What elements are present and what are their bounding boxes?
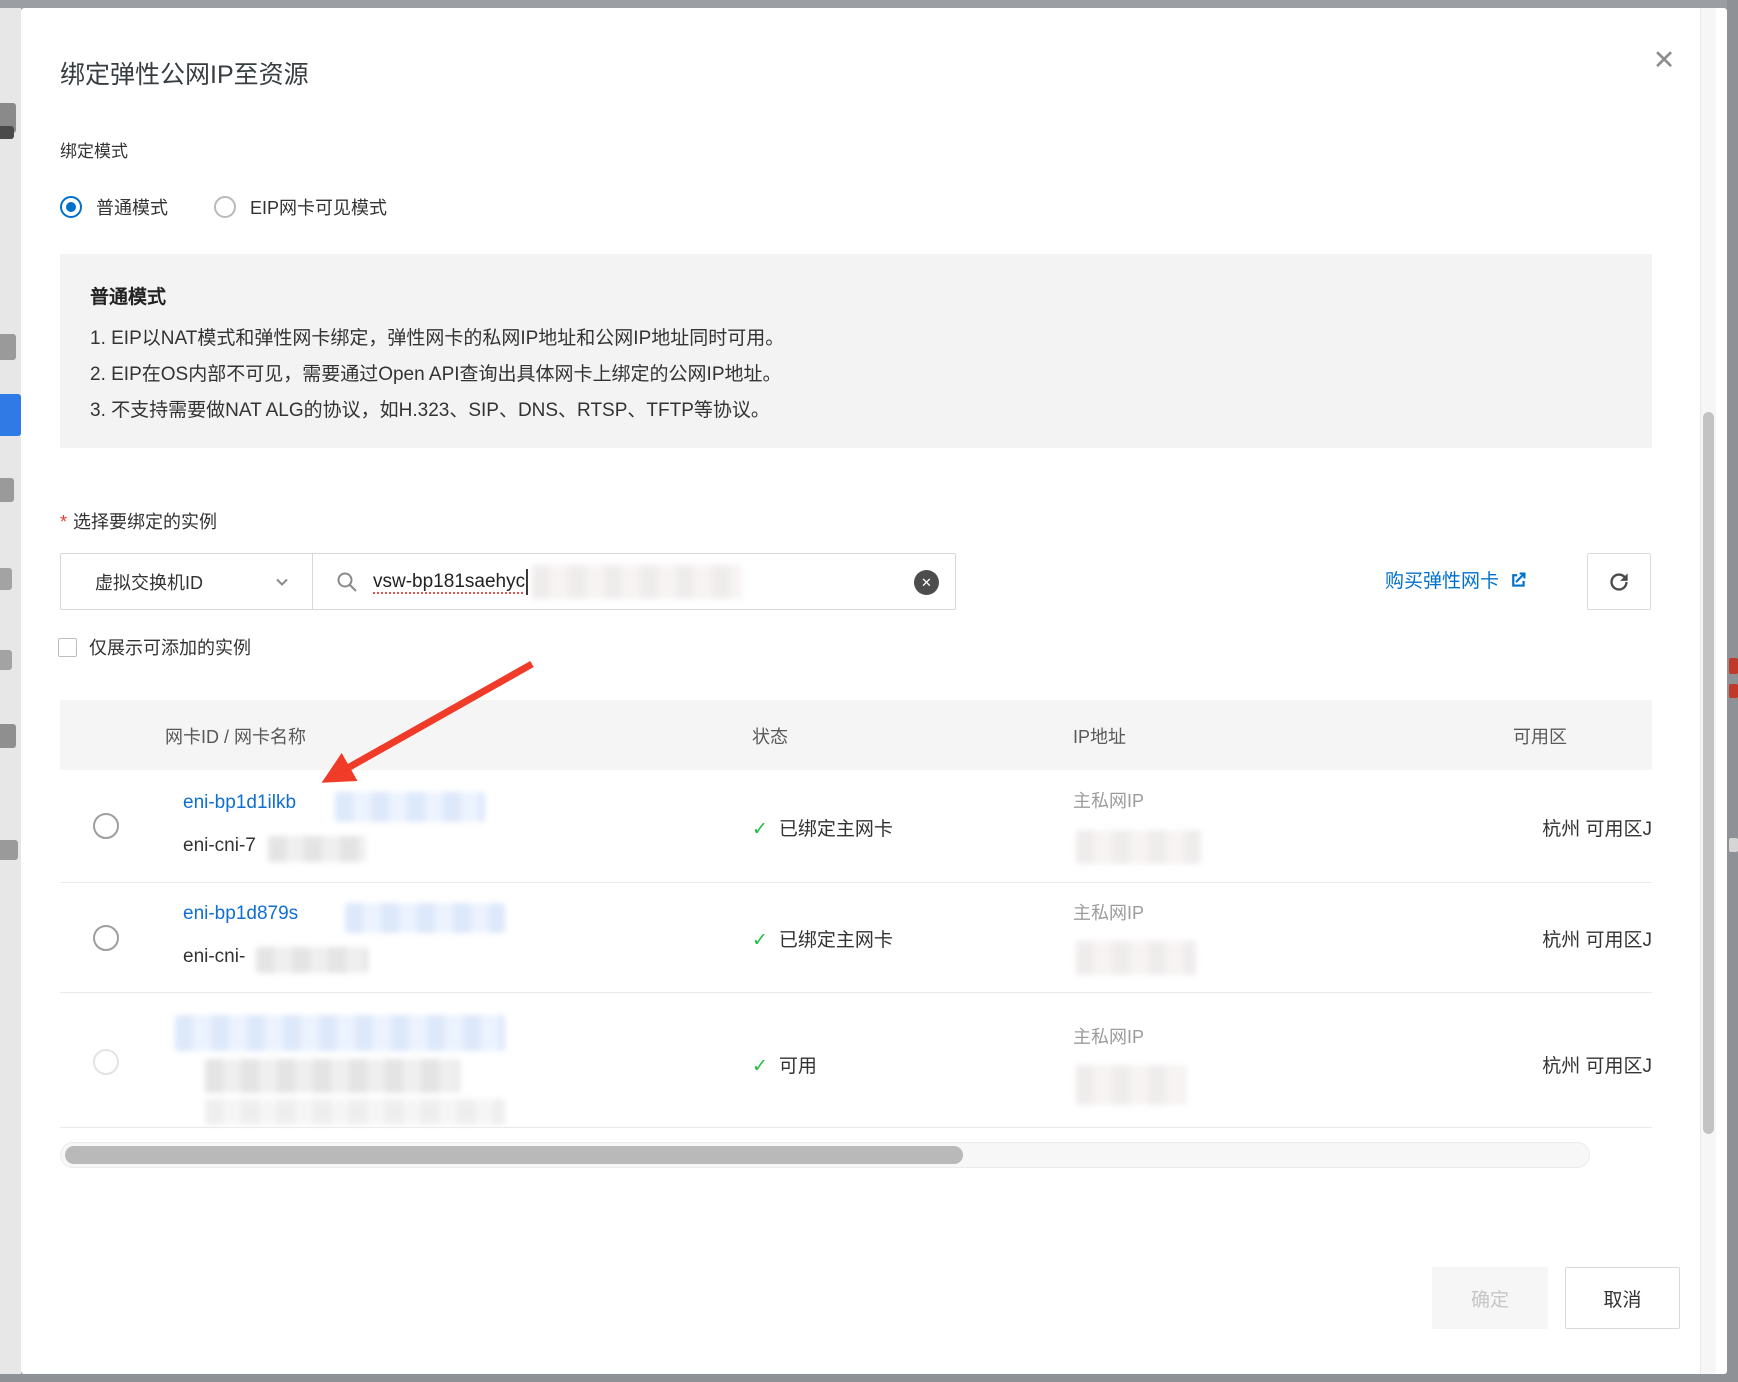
mode-description-title: 普通模式 bbox=[90, 287, 167, 308]
chevron-down-icon bbox=[276, 578, 288, 586]
redacted-eni-id bbox=[345, 903, 505, 933]
external-link-icon bbox=[1512, 572, 1526, 587]
redacted-search-text bbox=[532, 564, 743, 599]
redacted-eni-name bbox=[256, 947, 368, 973]
vertical-scrollbar-thumb[interactable] bbox=[1703, 412, 1714, 1134]
background-fragment bbox=[0, 394, 21, 436]
radio-eip-visible-mode-label: EIP网卡可见模式 bbox=[250, 198, 388, 218]
search-icon bbox=[337, 572, 357, 592]
background-fragment bbox=[0, 478, 14, 502]
instance-search-combo: 虚拟交换机ID vsw-bp181saehyc ✕ bbox=[60, 553, 956, 610]
mode-description-line: 2. EIP在OS内部不可见，需要通过Open API查询出具体网卡上绑定的公网… bbox=[90, 364, 782, 385]
clear-search-icon[interactable]: ✕ bbox=[914, 570, 939, 595]
ip-type-label: 主私网IP bbox=[1073, 903, 1145, 923]
redacted-ip-address bbox=[1076, 830, 1201, 864]
status-text: 已绑定主网卡 bbox=[778, 819, 893, 840]
redacted-eni-id bbox=[335, 792, 485, 822]
background-fragment bbox=[0, 334, 16, 360]
status-text: 可用 bbox=[778, 1056, 817, 1077]
zone-cell: 杭州 可用区J bbox=[1542, 930, 1652, 951]
status-cell: ✓ 已绑定主网卡 bbox=[752, 925, 893, 952]
show-addable-label: 仅展示可添加的实例 bbox=[89, 638, 251, 658]
column-header-status: 状态 bbox=[752, 727, 788, 747]
table-row[interactable]: eni-bp1d879s eni-cni- ✓ 已绑定主网卡 主私网IP 杭州 可… bbox=[60, 883, 1652, 993]
radio-normal-mode[interactable] bbox=[60, 196, 82, 218]
cancel-button[interactable]: 取消 bbox=[1565, 1267, 1680, 1329]
table-row[interactable]: ✓ 可用 主私网IP 杭州 可用区J bbox=[60, 993, 1652, 1128]
mode-description-box: 普通模式 1. EIP以NAT模式和弹性网卡绑定，弹性网卡的私网IP地址和公网I… bbox=[60, 254, 1652, 448]
eni-name: eni-cni- bbox=[183, 946, 246, 967]
redacted-eni-extra bbox=[205, 1099, 505, 1125]
eni-id-link[interactable]: eni-bp1d1ilkb bbox=[183, 792, 296, 814]
search-type-dropdown[interactable]: 虚拟交换机ID bbox=[61, 554, 313, 609]
status-text: 已绑定主网卡 bbox=[778, 930, 893, 951]
eni-name: eni-cni-7 bbox=[183, 835, 256, 856]
redacted-eni-id bbox=[175, 1015, 505, 1051]
binding-mode-label: 绑定模式 bbox=[60, 142, 128, 161]
background-fragment bbox=[0, 126, 14, 139]
zone-cell: 杭州 可用区J bbox=[1542, 819, 1652, 840]
background-fragment bbox=[0, 650, 12, 670]
zone-cell: 杭州 可用区J bbox=[1542, 1056, 1652, 1077]
background-page-left-edge bbox=[0, 8, 21, 1374]
background-page-top-edge bbox=[0, 0, 1738, 8]
buy-eni-link[interactable]: 购买弹性网卡 bbox=[1385, 566, 1528, 593]
mode-description-line: 1. EIP以NAT模式和弹性网卡绑定，弹性网卡的私网IP地址和公网IP地址同时… bbox=[90, 328, 785, 349]
ip-type-label: 主私网IP bbox=[1073, 791, 1145, 811]
background-fragment bbox=[1729, 684, 1738, 698]
redacted-eni-name bbox=[205, 1059, 460, 1093]
show-addable-filter: 仅展示可添加的实例 bbox=[58, 634, 251, 660]
table-row[interactable]: eni-bp1d1ilkb eni-cni-7 ✓ 已绑定主网卡 主私网IP 杭州… bbox=[60, 770, 1652, 883]
eni-id-link[interactable]: eni-bp1d879s bbox=[183, 903, 298, 925]
show-addable-checkbox[interactable] bbox=[58, 637, 77, 657]
select-instance-label: 选择要绑定的实例 bbox=[73, 512, 218, 532]
text-caret bbox=[526, 568, 529, 595]
column-header-ip: IP地址 bbox=[1073, 727, 1127, 747]
row-select-radio[interactable] bbox=[93, 1049, 119, 1075]
background-fragment bbox=[0, 568, 12, 590]
search-input-value: vsw-bp181saehyc bbox=[373, 570, 526, 592]
background-fragment bbox=[0, 724, 16, 748]
table-header: 网卡ID / 网卡名称 状态 IP地址 可用区 bbox=[60, 700, 1652, 770]
screen: 绑定弹性公网IP至资源 ✕ 绑定模式 普通模式 EIP网卡可见模式 普通模式 1… bbox=[0, 0, 1738, 1382]
radio-normal-mode-label: 普通模式 bbox=[96, 198, 168, 218]
background-fragment bbox=[0, 840, 18, 860]
row-select-radio[interactable] bbox=[93, 813, 119, 839]
status-cell: ✓ 已绑定主网卡 bbox=[752, 814, 893, 841]
refresh-icon bbox=[1610, 572, 1628, 591]
buy-eni-link-label: 购买弹性网卡 bbox=[1385, 571, 1500, 592]
select-instance-label-row: * 选择要绑定的实例 bbox=[60, 508, 217, 534]
required-asterisk: * bbox=[60, 512, 68, 532]
confirm-button[interactable]: 确定 bbox=[1432, 1267, 1548, 1329]
close-icon[interactable]: ✕ bbox=[1642, 38, 1686, 82]
column-header-zone: 可用区 bbox=[1513, 727, 1567, 747]
column-header-eni-id: 网卡ID / 网卡名称 bbox=[165, 727, 307, 747]
horizontal-scrollbar-thumb[interactable] bbox=[65, 1146, 963, 1164]
redacted-ip-address bbox=[1076, 1065, 1186, 1105]
dialog-vertical-scrollbar[interactable] bbox=[1700, 8, 1716, 1374]
search-input[interactable]: vsw-bp181saehyc ✕ bbox=[313, 554, 955, 609]
redacted-eni-name bbox=[268, 836, 366, 862]
table-horizontal-scrollbar[interactable] bbox=[60, 1142, 1590, 1168]
status-ok-icon: ✓ bbox=[752, 1056, 768, 1077]
redacted-ip-address bbox=[1076, 941, 1196, 975]
background-page-right-edge bbox=[1727, 0, 1738, 1382]
status-cell: ✓ 可用 bbox=[752, 1051, 817, 1078]
radio-eip-visible-mode[interactable] bbox=[214, 196, 236, 218]
binding-mode-radio-group: 普通模式 EIP网卡可见模式 bbox=[60, 194, 419, 220]
background-fragment bbox=[1729, 658, 1738, 674]
dialog-title: 绑定弹性公网IP至资源 bbox=[60, 61, 309, 89]
background-page-bottom-edge bbox=[0, 1374, 1738, 1382]
row-select-radio[interactable] bbox=[93, 925, 119, 951]
status-ok-icon: ✓ bbox=[752, 819, 768, 840]
refresh-button[interactable] bbox=[1587, 553, 1651, 610]
search-type-value: 虚拟交换机ID bbox=[95, 572, 203, 593]
ip-type-label: 主私网IP bbox=[1073, 1027, 1145, 1047]
background-fragment bbox=[1729, 838, 1738, 852]
mode-description-line: 3. 不支持需要做NAT ALG的协议，如H.323、SIP、DNS、RTSP、… bbox=[90, 400, 770, 421]
status-ok-icon: ✓ bbox=[752, 930, 768, 951]
